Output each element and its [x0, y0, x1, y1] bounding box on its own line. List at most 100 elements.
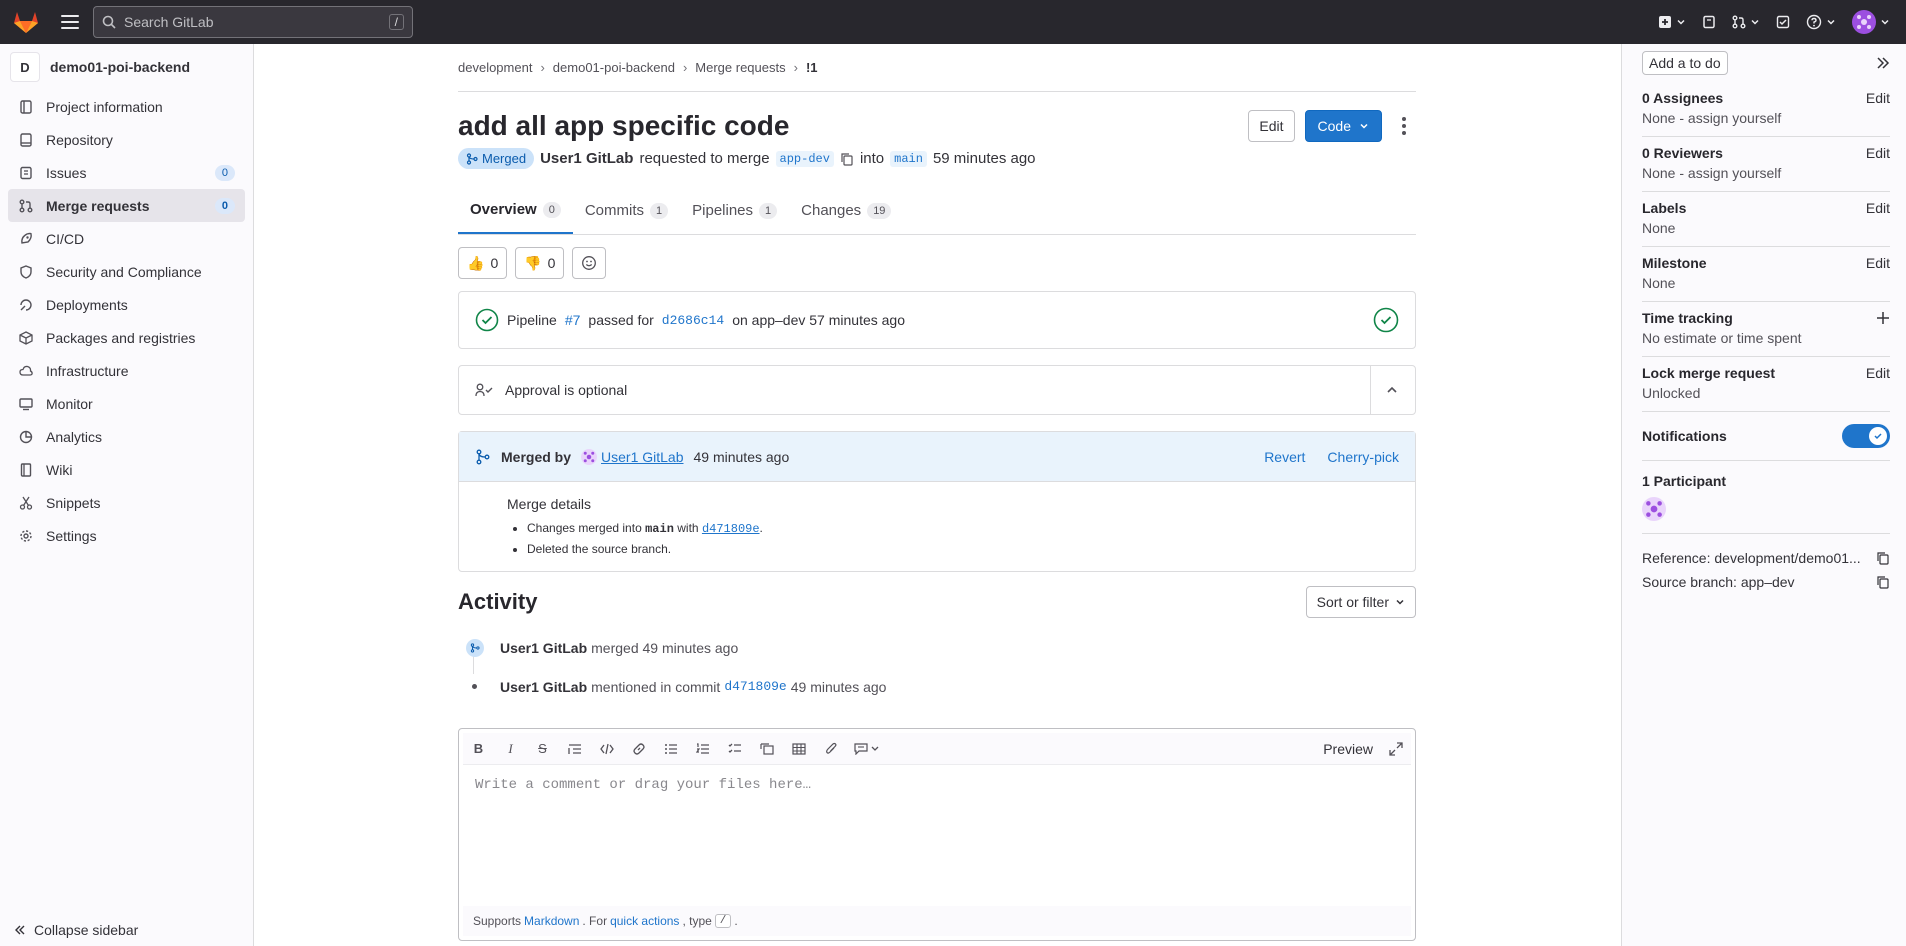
sidebar-item-project-information[interactable]: Project information — [8, 90, 245, 123]
copy-icon[interactable] — [1876, 551, 1890, 565]
cherry-pick-button[interactable]: Cherry-pick — [1327, 449, 1399, 465]
breadcrumb-item[interactable]: demo01-poi-backend — [553, 60, 675, 75]
footer-text: . — [734, 914, 738, 928]
tab-changes[interactable]: Changes 19 — [789, 187, 903, 234]
quote-icon[interactable] — [565, 740, 584, 758]
sidebar-item-analytics[interactable]: Analytics — [8, 420, 245, 453]
search-input[interactable]: Search GitLab / — [93, 6, 413, 38]
activity-user[interactable]: User1 GitLab — [500, 679, 587, 695]
menu-icon[interactable] — [61, 15, 79, 29]
sidebar-item-issues[interactable]: Issues 0 — [8, 156, 245, 189]
sidebar-item-settings[interactable]: Settings — [8, 519, 245, 552]
breadcrumb-item[interactable]: development — [458, 60, 532, 75]
strikethrough-icon[interactable]: S — [533, 740, 552, 758]
sidebar-item-ci-cd[interactable]: CI/CD — [8, 222, 245, 255]
copy-icon[interactable] — [840, 152, 854, 166]
milestone-edit-button[interactable]: Edit — [1866, 255, 1890, 271]
italic-icon[interactable]: I — [501, 740, 520, 758]
assignees-edit-button[interactable]: Edit — [1866, 90, 1890, 106]
approval-collapse-button[interactable] — [1370, 366, 1399, 414]
avatar[interactable] — [1642, 497, 1666, 521]
sidebar-item-security[interactable]: Security and Compliance — [8, 255, 245, 288]
numbered-list-icon[interactable] — [693, 740, 712, 758]
sidebar-item-merge-requests[interactable]: Merge requests 0 — [8, 189, 245, 222]
edit-button[interactable]: Edit — [1248, 110, 1295, 142]
breadcrumb-item[interactable]: !1 — [806, 60, 818, 75]
activity-user[interactable]: User1 GitLab — [500, 640, 587, 656]
collapse-sidebar-button[interactable]: Collapse sidebar — [14, 922, 138, 938]
thumbs-down-button[interactable]: 👎 0 — [515, 247, 565, 279]
collapsible-icon[interactable] — [757, 740, 776, 758]
merged-by-user-link[interactable]: User1 GitLab — [601, 449, 683, 465]
activity-title: Activity — [458, 589, 538, 614]
assignees-value[interactable]: None - assign yourself — [1642, 110, 1890, 126]
revert-button[interactable]: Revert — [1264, 449, 1305, 465]
sidebar-item-infrastructure[interactable]: Infrastructure — [8, 354, 245, 387]
quick-actions-link[interactable]: quick actions — [610, 914, 679, 928]
project-header[interactable]: D demo01-poi-backend — [0, 44, 253, 90]
lock-edit-button[interactable]: Edit — [1866, 365, 1890, 381]
participants-block: 1 Participant — [1642, 461, 1890, 534]
author-name[interactable]: User1 GitLab — [540, 150, 633, 167]
sidebar-item-label: Monitor — [46, 395, 93, 412]
activity-commit-link[interactable]: d471809e — [724, 679, 786, 694]
sidebar-item-monitor[interactable]: Monitor — [8, 387, 245, 420]
tab-pipelines[interactable]: Pipelines 1 — [680, 187, 789, 234]
pipeline-stage-success-icon[interactable] — [1373, 307, 1399, 333]
target-branch[interactable]: main — [890, 150, 927, 167]
sidebar-item-label: Deployments — [46, 296, 128, 313]
pipeline-commit-link[interactable]: d2686c14 — [662, 313, 724, 328]
sidebar-item-repository[interactable]: Repository — [8, 123, 245, 156]
sidebar-item-label: Merge requests — [46, 197, 150, 214]
code-icon[interactable] — [597, 740, 616, 758]
bullet-list-icon[interactable] — [661, 740, 680, 758]
avatar[interactable] — [581, 448, 598, 465]
code-dropdown-button[interactable]: Code — [1304, 110, 1382, 142]
merge-commit-link[interactable]: d471809e — [702, 522, 760, 536]
labels-title: Labels — [1642, 200, 1687, 216]
labels-edit-button[interactable]: Edit — [1866, 200, 1890, 216]
reviewers-edit-button[interactable]: Edit — [1866, 145, 1890, 161]
new-dropdown-button[interactable] — [1658, 15, 1686, 29]
sidebar-item-packages[interactable]: Packages and registries — [8, 321, 245, 354]
fullscreen-icon[interactable] — [1386, 740, 1405, 758]
sidebar-item-snippets[interactable]: Snippets — [8, 486, 245, 519]
copy-icon[interactable] — [1876, 575, 1890, 589]
breadcrumb-item[interactable]: Merge requests — [695, 60, 785, 75]
task-list-icon[interactable] — [725, 740, 744, 758]
notifications-toggle[interactable] — [1842, 424, 1890, 448]
sort-filter-button[interactable]: Sort or filter — [1305, 586, 1416, 618]
time-ago: 59 minutes ago — [932, 150, 1036, 167]
breadcrumb-separator: › — [793, 60, 798, 75]
add-todo-button[interactable]: Add a to do — [1642, 51, 1728, 75]
tab-overview[interactable]: Overview 0 — [458, 187, 573, 234]
more-actions-icon[interactable] — [1392, 110, 1416, 142]
merge-requests-button[interactable] — [1732, 15, 1760, 29]
todos-button[interactable] — [1776, 15, 1790, 29]
thumbs-up-button[interactable]: 👍 0 — [458, 247, 508, 279]
comment-input[interactable] — [459, 769, 1415, 889]
markdown-link[interactable]: Markdown — [524, 914, 579, 928]
issues-button[interactable] — [1702, 15, 1716, 29]
bold-icon[interactable]: B — [469, 740, 488, 758]
help-button[interactable] — [1806, 14, 1836, 30]
collapse-right-sidebar-icon[interactable] — [1876, 56, 1890, 70]
preview-button[interactable]: Preview — [1323, 741, 1373, 757]
plus-icon[interactable] — [1876, 311, 1890, 325]
user-menu-button[interactable] — [1852, 10, 1890, 34]
source-branch[interactable]: app-dev — [775, 150, 834, 167]
pipeline-link[interactable]: #7 — [565, 312, 581, 328]
comment-template-icon[interactable] — [853, 740, 883, 758]
link-icon[interactable] — [629, 740, 648, 758]
gitlab-logo-icon[interactable] — [13, 10, 39, 34]
table-icon[interactable] — [789, 740, 808, 758]
tab-commits[interactable]: Commits 1 — [573, 187, 680, 234]
sidebar-item-wiki[interactable]: Wiki — [8, 453, 245, 486]
chevron-down-icon — [1360, 123, 1368, 129]
thumbs-down-count: 0 — [547, 255, 556, 271]
add-reaction-button[interactable] — [572, 247, 607, 279]
pipeline-branch-time: on app–dev 57 minutes ago — [732, 312, 906, 328]
attach-icon[interactable] — [821, 740, 840, 758]
reviewers-value[interactable]: None - assign yourself — [1642, 165, 1890, 181]
sidebar-item-deployments[interactable]: Deployments — [8, 288, 245, 321]
